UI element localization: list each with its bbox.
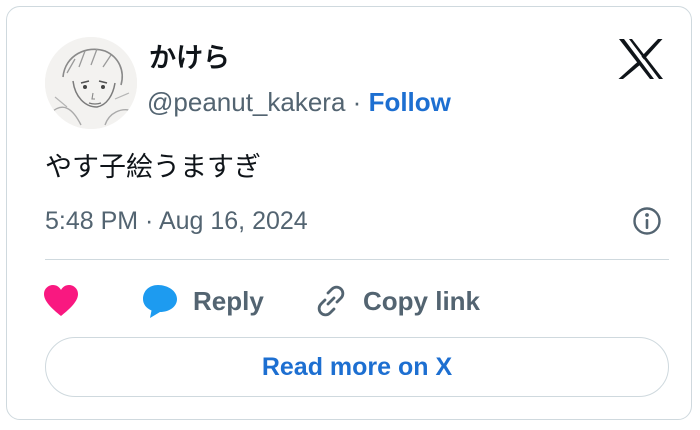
link-icon xyxy=(317,285,345,317)
separator-dot: · xyxy=(352,87,362,117)
reply-label: Reply xyxy=(193,285,264,316)
post-timestamp[interactable]: 5:48 PM · Aug 16, 2024 xyxy=(45,204,308,238)
avatar[interactable] xyxy=(45,37,137,129)
follow-button[interactable]: Follow xyxy=(369,87,451,117)
copy-link-label: Copy link xyxy=(363,285,481,316)
read-more-button[interactable]: Read more on X xyxy=(45,337,669,397)
heart-icon xyxy=(44,285,78,316)
embedded-post-card: かけら @peanut_kakera · Follow やす子絵うますぎ 5:4… xyxy=(6,6,692,420)
speech-bubble-icon xyxy=(143,285,177,318)
author-handle-row: @peanut_kakera · Follow xyxy=(147,83,451,121)
like-button[interactable] xyxy=(43,280,79,322)
reply-button[interactable]: Reply xyxy=(141,280,264,322)
author-handle[interactable]: @peanut_kakera xyxy=(147,87,345,117)
x-logo-icon[interactable] xyxy=(618,38,664,80)
divider xyxy=(45,259,669,260)
author-display-name[interactable]: かけら xyxy=(149,41,230,75)
info-icon[interactable] xyxy=(631,205,663,237)
post-text: やす子絵うますぎ xyxy=(45,152,261,182)
copy-link-button[interactable]: Copy link xyxy=(313,280,480,322)
avatar-sketch-image xyxy=(45,37,137,129)
